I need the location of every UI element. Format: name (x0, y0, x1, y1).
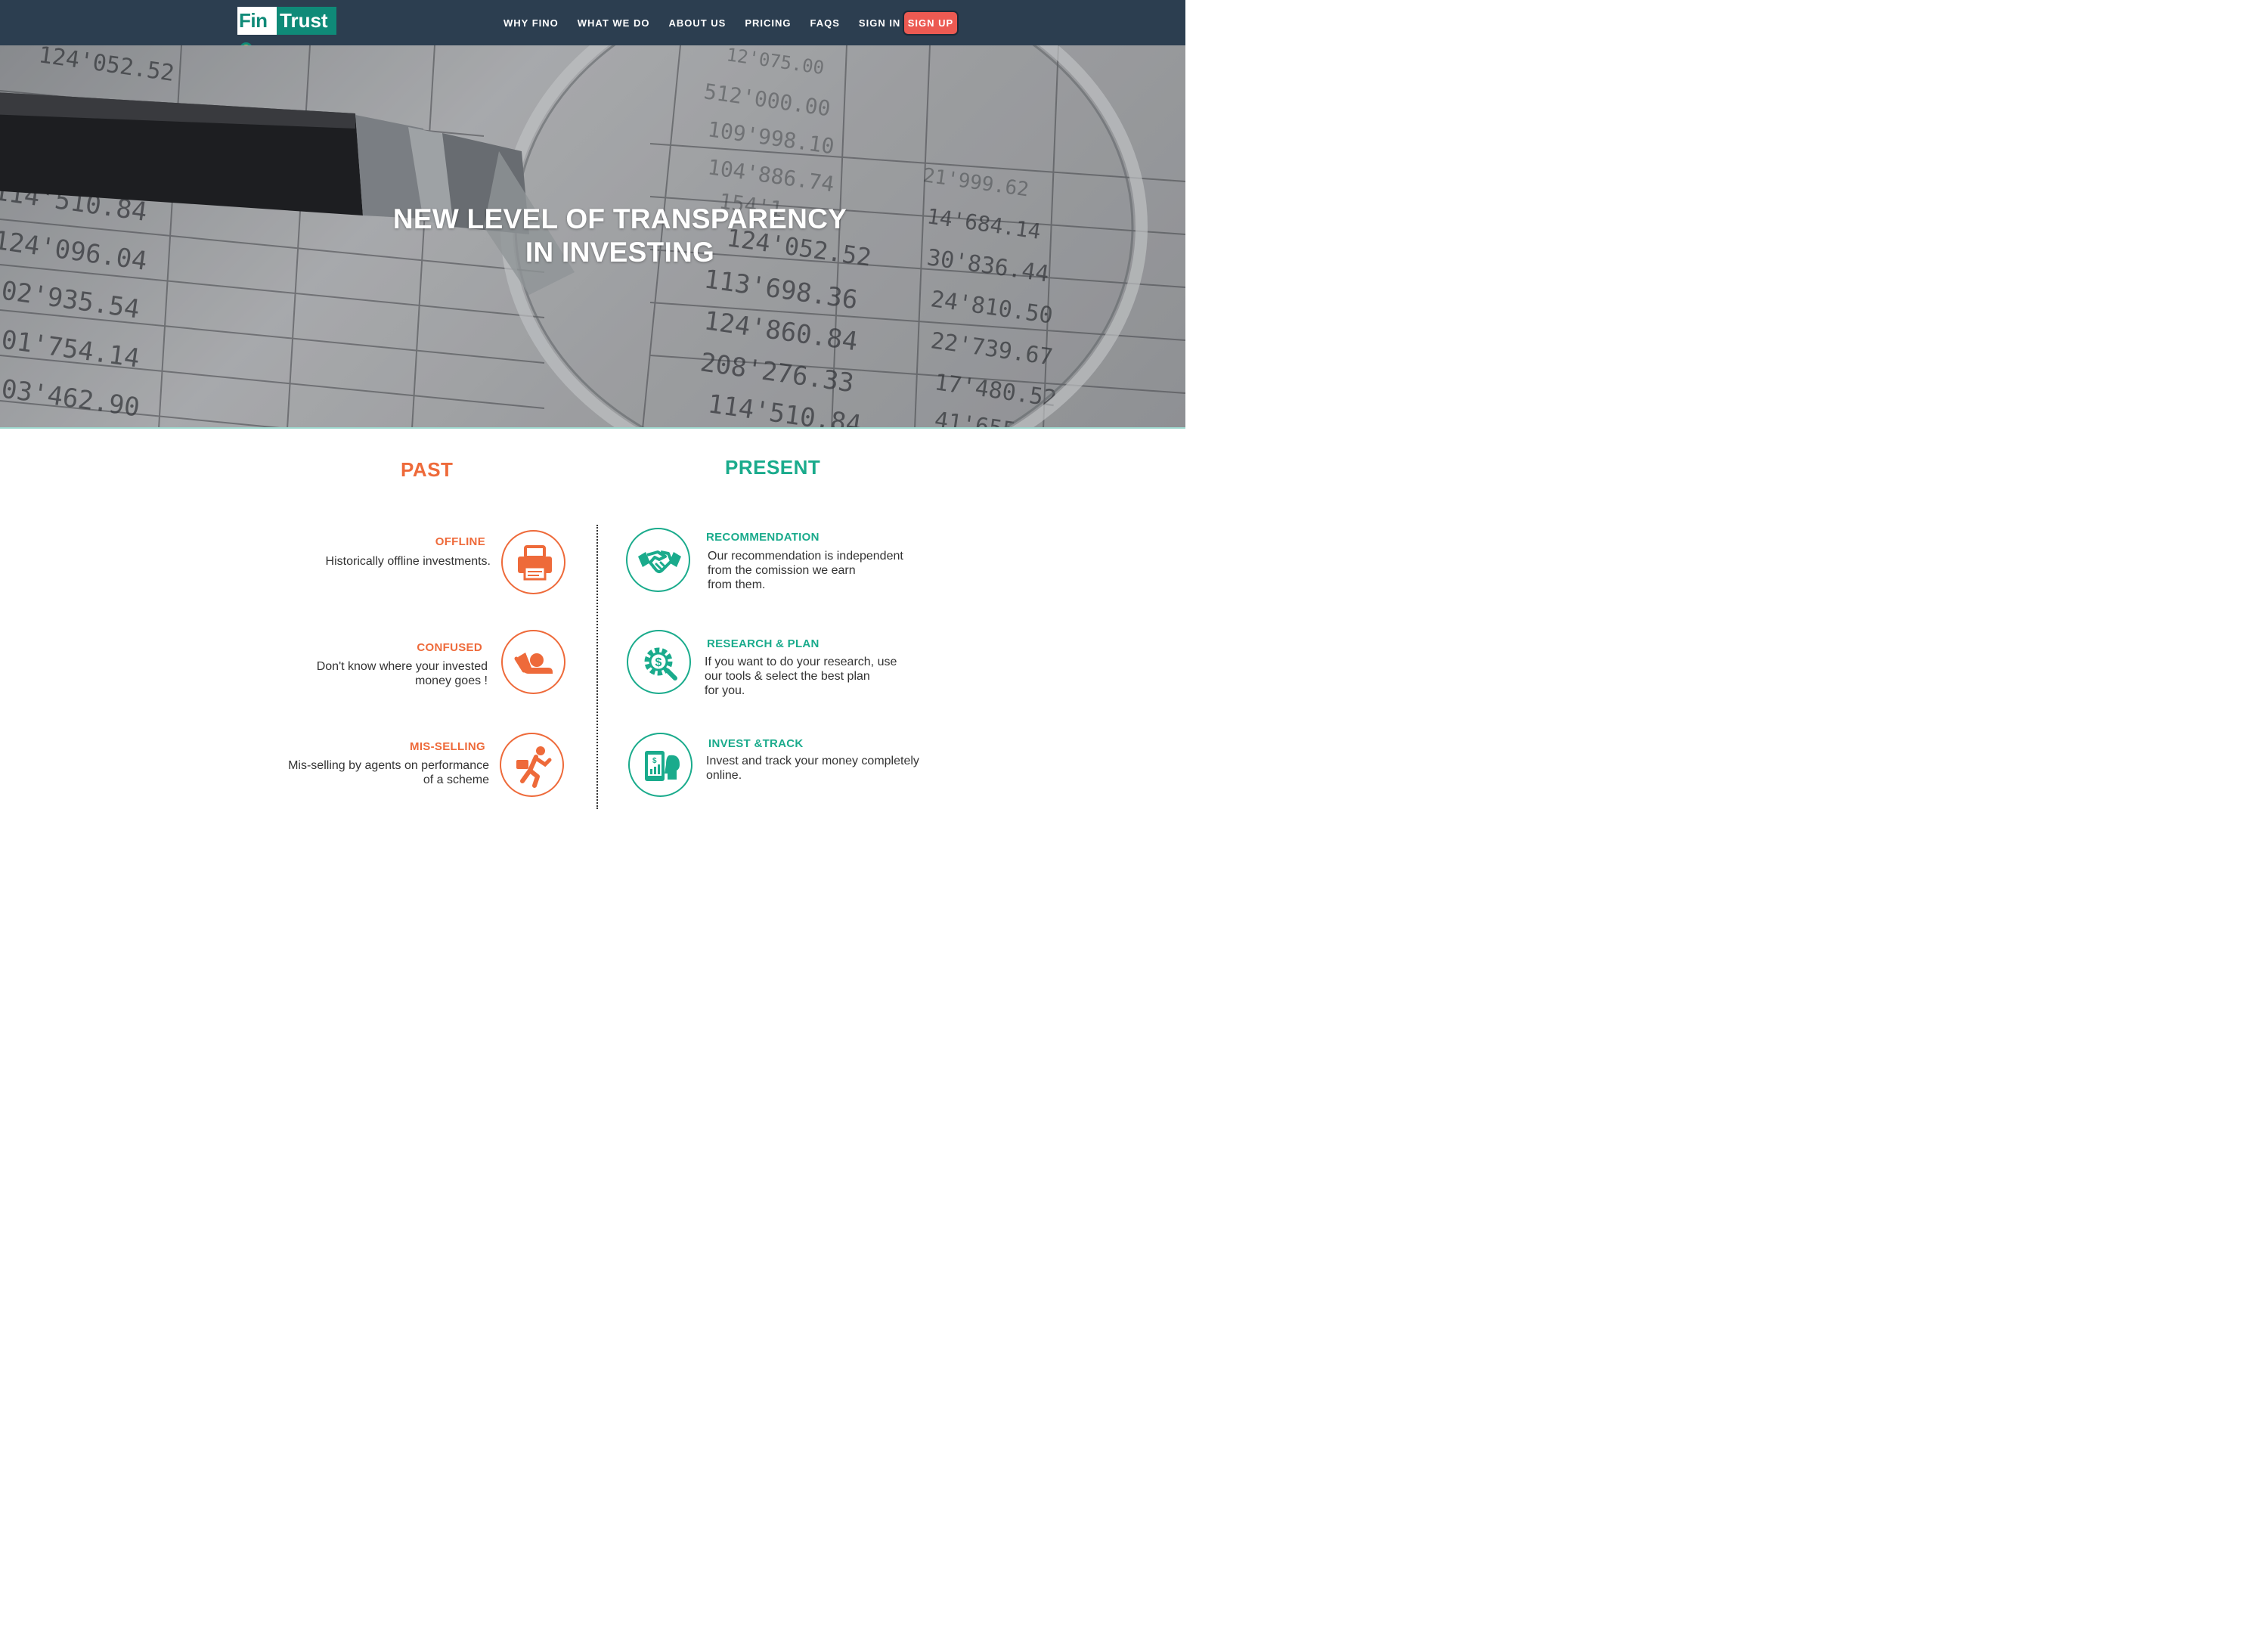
printer-icon (501, 530, 565, 594)
present-item-recommendation-desc: Our recommendation is independent from t… (708, 550, 903, 591)
present-item-invest-track-title: INVEST &TRACK (708, 737, 804, 750)
running-agent-icon (500, 733, 564, 797)
nav-what-we-do[interactable]: WHAT WE DO (578, 17, 650, 29)
top-navbar: Fin Trust WHY FINO WHAT WE DO ABOUT US P… (0, 0, 1185, 55)
nav-pricing[interactable]: PRICING (745, 17, 791, 29)
dotted-divider (596, 525, 598, 809)
hero-title-line1: NEW LEVEL OF TRANSPARENCY (392, 203, 847, 234)
gear-dollar-search-icon: $ (627, 630, 691, 694)
hero-bottom-border (0, 427, 1185, 429)
nav-sign-in[interactable]: SIGN IN (859, 17, 900, 29)
nav-faqs[interactable]: FAQS (810, 17, 840, 29)
sign-up-button[interactable]: SIGN UP (903, 11, 959, 36)
svg-text:$: $ (655, 656, 662, 669)
nav-about-us[interactable]: ABOUT US (668, 17, 726, 29)
past-item-confused-desc: Don't know where your invested money goe… (316, 660, 488, 687)
hero-banner: 124'052.52 114'510.84 124'096.04 102'935… (0, 45, 1185, 429)
nav-links: WHY FINO WHAT WE DO ABOUT US PRICING FAQ… (503, 0, 919, 45)
confused-person-icon (501, 630, 565, 694)
hero-title-line2: IN INVESTING (525, 237, 715, 268)
logo-fin-text: Fin (239, 9, 268, 32)
present-item-invest-track-desc: Invest and track your money completely o… (706, 755, 919, 782)
fino-trust-logo[interactable]: Fin Trust (237, 7, 336, 55)
past-item-mis-selling-title: MIS-SELLING (410, 740, 485, 753)
past-item-confused-title: CONFUSED (417, 641, 482, 654)
present-item-research-plan-desc: If you want to do your research, use our… (705, 656, 897, 697)
tablet-chart-icon: $ (628, 733, 692, 797)
present-item-research-plan-title: RESEARCH & PLAN (707, 637, 820, 650)
past-heading: PAST (401, 458, 454, 481)
present-heading: PRESENT (725, 456, 821, 479)
hero-title: NEW LEVEL OF TRANSPARENCY IN INVESTING (0, 203, 1185, 269)
logo-trust-text: Trust (277, 7, 336, 35)
past-item-offline-desc: Historically offline investments. (325, 555, 491, 568)
handshake-icon (626, 528, 690, 592)
svg-text:$: $ (652, 757, 657, 765)
past-item-mis-selling-desc: Mis-selling by agents on performance of … (288, 759, 489, 786)
present-item-recommendation-title: RECOMMENDATION (706, 531, 820, 544)
nav-why-fino[interactable]: WHY FINO (503, 17, 559, 29)
past-item-offline-title: OFFLINE (435, 535, 485, 548)
